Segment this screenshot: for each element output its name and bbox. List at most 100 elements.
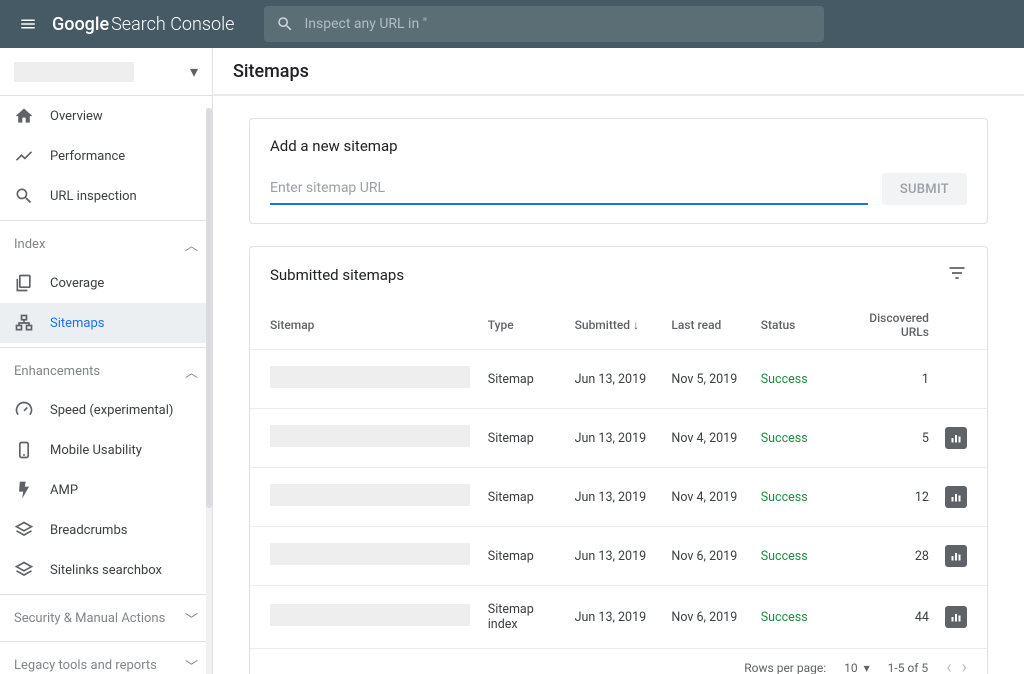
trend-icon [14, 146, 34, 166]
col-status[interactable]: Status [753, 301, 831, 350]
sidebar-item-sitemaps[interactable]: Sitemaps [0, 303, 212, 343]
url-inspect-search[interactable] [264, 6, 824, 42]
logo-primary: Google [52, 14, 109, 35]
chart-icon[interactable] [945, 486, 967, 508]
layers-icon [14, 520, 34, 540]
menu-icon[interactable] [8, 4, 48, 44]
chart-icon[interactable] [945, 606, 967, 628]
property-selector[interactable]: ▾ [0, 48, 212, 96]
sitemaps-table: Sitemap Type Submitted ↓ Last read Statu… [250, 301, 987, 648]
sidebar-item-label: Speed (experimental) [50, 403, 173, 418]
rows-per-page-select[interactable]: 10 ▾ [844, 661, 870, 674]
sidebar-item-label: URL inspection [50, 189, 137, 204]
chevron-down-icon: ﹀ [185, 656, 198, 674]
sidebar-item-label: Breadcrumbs [50, 523, 127, 538]
submit-button[interactable]: SUBMIT [882, 173, 967, 205]
section-legacy[interactable]: Legacy tools and reports ﹀ [0, 646, 212, 674]
sidebar-item-sitelinks[interactable]: Sitelinks searchbox [0, 550, 212, 590]
cell-discovered: 28 [831, 527, 937, 586]
property-name-redacted [14, 62, 134, 82]
section-enhancements[interactable]: Enhancements ︿ [0, 352, 212, 390]
section-label: Index [14, 237, 45, 252]
scrollbar-thumb[interactable] [206, 108, 212, 508]
cell-status: Success [753, 350, 831, 409]
cell-type: Sitemap index [480, 586, 567, 649]
cell-submitted: Jun 13, 2019 [567, 527, 664, 586]
chart-icon[interactable] [945, 545, 967, 567]
col-submitted[interactable]: Submitted ↓ [567, 301, 664, 350]
section-label: Legacy tools and reports [14, 658, 157, 673]
top-bar: Google Search Console [0, 0, 1024, 48]
sidebar-item-label: Sitemaps [50, 316, 105, 331]
chevron-down-icon: ﹀ [185, 609, 198, 628]
home-icon [14, 106, 34, 126]
cell-submitted: Jun 13, 2019 [567, 586, 664, 649]
table-title: Submitted sitemaps [270, 266, 404, 284]
prev-page-button[interactable]: ‹ [946, 657, 951, 674]
col-discovered[interactable]: Discovered URLs [831, 301, 937, 350]
cell-submitted: Jun 13, 2019 [567, 468, 664, 527]
sitemap-icon [14, 313, 34, 333]
cell-status: Success [753, 586, 831, 649]
bolt-icon [14, 480, 34, 500]
cell-discovered: 44 [831, 586, 937, 649]
table-pager: Rows per page: 10 ▾ 1-5 of 5 ‹ › [250, 648, 987, 674]
sidebar-item-mobile[interactable]: Mobile Usability [0, 430, 212, 470]
cell-type: Sitemap [480, 527, 567, 586]
section-label: Enhancements [14, 364, 100, 379]
col-sitemap[interactable]: Sitemap [250, 301, 480, 350]
sidebar-item-breadcrumbs[interactable]: Breadcrumbs [0, 510, 212, 550]
cell-status: Success [753, 527, 831, 586]
cell-submitted: Jun 13, 2019 [567, 350, 664, 409]
cell-type: Sitemap [480, 409, 567, 468]
sidebar-item-label: AMP [50, 483, 78, 498]
search-icon [14, 186, 34, 206]
col-last-read[interactable]: Last read [663, 301, 752, 350]
sitemap-url-input[interactable] [270, 173, 868, 205]
sidebar-item-url-inspection[interactable]: URL inspection [0, 176, 212, 216]
sidebar-item-label: Mobile Usability [50, 443, 142, 458]
sidebar-item-performance[interactable]: Performance [0, 136, 212, 176]
sort-down-icon: ↓ [633, 318, 639, 332]
speed-icon [14, 400, 34, 420]
product-logo: Google Search Console [52, 14, 234, 35]
section-security[interactable]: Security & Manual Actions ﹀ [0, 599, 212, 637]
chart-icon[interactable] [945, 427, 967, 449]
sidebar-item-coverage[interactable]: Coverage [0, 263, 212, 303]
cell-last-read: Nov 6, 2019 [663, 586, 752, 649]
search-icon [276, 15, 294, 33]
section-label: Security & Manual Actions [14, 611, 165, 626]
chevron-up-icon: ︿ [185, 362, 198, 381]
sitemap-url-redacted [270, 366, 470, 388]
sidebar-item-label: Overview [50, 109, 103, 124]
cell-discovered: 1 [831, 350, 937, 409]
url-inspect-input[interactable] [304, 16, 812, 32]
sidebar: ▾ Overview Performance URL inspection In… [0, 48, 213, 674]
col-type[interactable]: Type [480, 301, 567, 350]
table-row[interactable]: SitemapJun 13, 2019Nov 6, 2019Success28 [250, 527, 987, 586]
cell-status: Success [753, 409, 831, 468]
page-range: 1-5 of 5 [888, 661, 929, 674]
next-page-button[interactable]: › [962, 657, 967, 674]
table-row[interactable]: Sitemap indexJun 13, 2019Nov 6, 2019Succ… [250, 586, 987, 649]
rows-per-page-label: Rows per page: [744, 661, 826, 674]
sidebar-item-overview[interactable]: Overview [0, 96, 212, 136]
sidebar-item-label: Performance [50, 149, 125, 164]
main-content: Sitemaps Add a new sitemap SUBMIT Submit… [213, 48, 1024, 674]
sidebar-item-label: Coverage [50, 276, 104, 291]
chevron-up-icon: ︿ [185, 235, 198, 254]
cell-type: Sitemap [480, 350, 567, 409]
table-row[interactable]: SitemapJun 13, 2019Nov 4, 2019Success5 [250, 409, 987, 468]
table-row[interactable]: SitemapJun 13, 2019Nov 4, 2019Success12 [250, 468, 987, 527]
cell-status: Success [753, 468, 831, 527]
pages-icon [14, 273, 34, 293]
section-index[interactable]: Index ︿ [0, 225, 212, 263]
filter-icon[interactable] [947, 263, 967, 287]
sidebar-item-amp[interactable]: AMP [0, 470, 212, 510]
sitemap-url-redacted [270, 484, 470, 506]
cell-last-read: Nov 4, 2019 [663, 468, 752, 527]
cell-last-read: Nov 5, 2019 [663, 350, 752, 409]
table-row[interactable]: SitemapJun 13, 2019Nov 5, 2019Success1 [250, 350, 987, 409]
sidebar-item-speed[interactable]: Speed (experimental) [0, 390, 212, 430]
cell-discovered: 12 [831, 468, 937, 527]
